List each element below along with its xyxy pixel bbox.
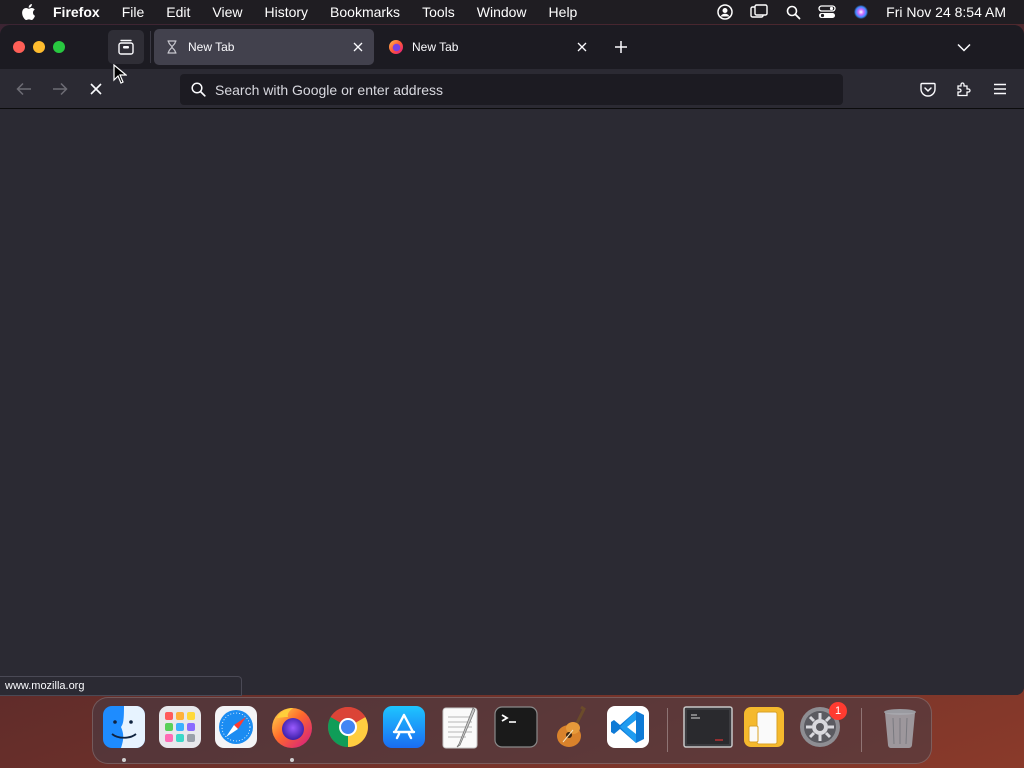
forward-arrow-icon — [53, 82, 68, 96]
close-icon — [90, 83, 102, 95]
zoom-window-button[interactable] — [53, 41, 65, 53]
tab-title: New Tab — [412, 40, 459, 54]
system-settings-icon[interactable]: 1 — [797, 702, 847, 750]
vscode-icon[interactable] — [605, 704, 651, 750]
textedit-icon[interactable] — [437, 704, 483, 750]
launchpad-icon[interactable] — [157, 704, 203, 750]
search-icon — [189, 81, 207, 99]
page-content — [0, 110, 1024, 695]
status-menus: Fri Nov 24 8:54 AM — [708, 0, 1024, 24]
garageband-icon[interactable] — [549, 704, 595, 750]
hourglass-icon — [164, 39, 180, 55]
zenterm-icon[interactable] — [683, 704, 733, 750]
preview-icon[interactable] — [741, 704, 787, 750]
menu-history[interactable]: History — [253, 0, 319, 24]
back-arrow-icon — [16, 82, 31, 96]
menu-app-firefox[interactable]: Firefox — [53, 0, 111, 24]
list-all-tabs-button[interactable] — [952, 36, 976, 58]
firefox-dock-icon[interactable] — [269, 704, 315, 750]
address-bar[interactable] — [180, 74, 843, 105]
close-tab-icon[interactable] — [572, 37, 592, 57]
running-indicator — [290, 758, 294, 762]
tab-new-tab-active[interactable]: New Tab — [154, 29, 374, 65]
menu-bookmarks[interactable]: Bookmarks — [319, 0, 411, 24]
pocket-icon — [920, 82, 936, 97]
menu-window[interactable]: Window — [466, 0, 538, 24]
firefox-icon — [388, 39, 404, 55]
link-status-panel: www.mozilla.org — [0, 676, 242, 696]
tab-separator — [150, 31, 151, 63]
mouse-pointer-icon — [113, 63, 128, 84]
siri-icon[interactable] — [850, 3, 872, 21]
app-store-icon[interactable] — [381, 704, 427, 750]
terminal-icon[interactable] — [493, 704, 539, 750]
dock-separator — [861, 708, 862, 752]
firefox-view-button[interactable] — [108, 30, 144, 64]
tab-title: New Tab — [188, 40, 235, 54]
firefox-view-icon — [118, 39, 134, 55]
spotlight-search-icon[interactable] — [782, 3, 804, 21]
menu-tools[interactable]: Tools — [411, 0, 466, 24]
hamburger-menu-icon — [994, 83, 1006, 95]
menu-bar: Firefox File Edit View History Bookmarks… — [0, 0, 1024, 24]
dock-separator — [667, 708, 668, 752]
menu-file[interactable]: File — [111, 0, 156, 24]
forward-button[interactable] — [47, 77, 73, 101]
notification-badge: 1 — [829, 702, 847, 720]
application-menu-button[interactable] — [987, 77, 1013, 101]
menu-help[interactable]: Help — [538, 0, 589, 24]
tab-bar: New Tab New Tab — [0, 25, 1024, 69]
dock: 1 — [92, 697, 932, 764]
close-window-button[interactable] — [13, 41, 25, 53]
menubar-clock[interactable]: Fri Nov 24 8:54 AM — [886, 4, 1006, 20]
puzzle-piece-icon — [957, 82, 971, 97]
firefox-window: New Tab New Tab — [0, 25, 1024, 695]
save-to-pocket-button[interactable] — [915, 77, 941, 101]
menu-view[interactable]: View — [201, 0, 253, 24]
user-account-icon[interactable] — [714, 3, 736, 21]
extensions-button[interactable] — [951, 77, 977, 101]
finder-icon[interactable] — [101, 704, 147, 750]
plus-icon — [615, 41, 627, 53]
safari-icon[interactable] — [213, 704, 259, 750]
screen-mirroring-icon[interactable] — [748, 3, 770, 21]
minimize-window-button[interactable] — [33, 41, 45, 53]
trash-icon[interactable] — [877, 704, 923, 750]
chrome-icon[interactable] — [325, 704, 371, 750]
navigation-toolbar — [0, 69, 1024, 109]
running-indicator — [122, 758, 126, 762]
address-input[interactable] — [215, 81, 843, 98]
control-center-icon[interactable] — [816, 3, 838, 21]
new-tab-button[interactable] — [610, 36, 632, 58]
menu-edit[interactable]: Edit — [155, 0, 201, 24]
apple-icon[interactable] — [17, 3, 39, 21]
close-tab-icon[interactable] — [348, 37, 368, 57]
back-button[interactable] — [11, 77, 37, 101]
tab-new-tab[interactable]: New Tab — [378, 29, 598, 65]
stop-loading-button[interactable] — [83, 77, 109, 101]
chevron-down-icon — [957, 43, 971, 52]
